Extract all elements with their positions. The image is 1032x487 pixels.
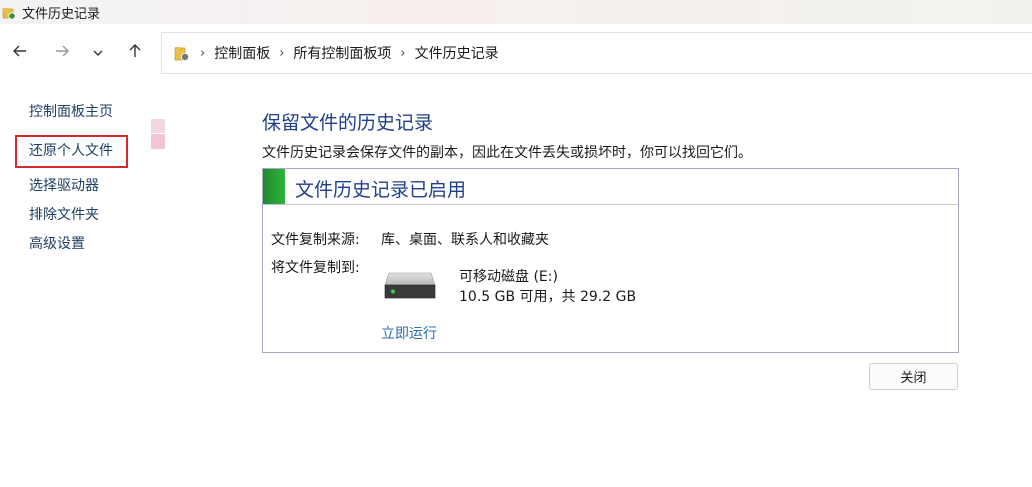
address-bar[interactable]: › 控制面板 › 所有控制面板项 › 文件历史记录 [161,32,1032,74]
source-value: 库、桌面、联系人和收藏夹 [381,232,549,248]
title-bar: 文件历史记录 [0,0,1032,24]
drive-name: 可移动磁盘 (E:) [459,269,558,285]
file-history-icon [2,5,16,20]
breadcrumb-file-history[interactable]: 文件历史记录 [415,43,499,63]
chevron-right-icon: › [200,45,206,61]
forward-button[interactable] [48,39,76,67]
decorative-block [151,134,165,149]
status-indicator [263,169,285,204]
sidebar-item-exclude-folders[interactable]: 排除文件夹 [29,204,99,224]
sidebar-item-home[interactable]: 控制面板主页 [29,101,113,121]
arrow-up-icon [127,43,143,64]
sidebar-item-advanced[interactable]: 高级设置 [29,233,85,253]
chevron-down-icon [92,43,104,64]
chevron-right-icon: › [400,45,406,61]
window-title: 文件历史记录 [22,6,101,22]
breadcrumb-control-panel[interactable]: 控制面板 [214,43,270,63]
breadcrumb-all-items[interactable]: 所有控制面板项 [293,43,391,63]
recent-locations-button[interactable] [84,39,112,67]
back-button[interactable] [6,39,34,67]
arrow-left-icon [12,43,28,64]
status-title: 文件历史记录已启用 [295,179,467,201]
close-button[interactable]: 关闭 [869,363,958,390]
navigation-bar: › 控制面板 › 所有控制面板项 › 文件历史记录 [0,30,1032,76]
chevron-right-icon: › [279,45,285,61]
folder-icon [173,44,191,62]
drive-icon [383,269,437,301]
source-label: 文件复制来源: [271,232,360,248]
status-header: 文件历史记录已启用 [263,169,958,205]
decorative-block [151,119,165,133]
status-panel: 文件历史记录已启用 文件复制来源: 库、桌面、联系人和收藏夹 将文件复制到: 可… [262,168,959,353]
up-button[interactable] [121,39,149,67]
arrow-right-icon [54,43,70,64]
page-description: 文件历史记录会保存文件的副本，因此在文件丢失或损坏时，你可以找回它们。 [262,145,752,161]
run-now-link[interactable]: 立即运行 [381,323,437,343]
sidebar-item-select-drive[interactable]: 选择驱动器 [29,175,99,195]
target-label: 将文件复制到: [271,260,360,276]
sidebar-item-restore[interactable]: 还原个人文件 [15,135,128,168]
drive-space: 10.5 GB 可用，共 29.2 GB [459,289,637,305]
page-title: 保留文件的历史记录 [262,112,434,134]
